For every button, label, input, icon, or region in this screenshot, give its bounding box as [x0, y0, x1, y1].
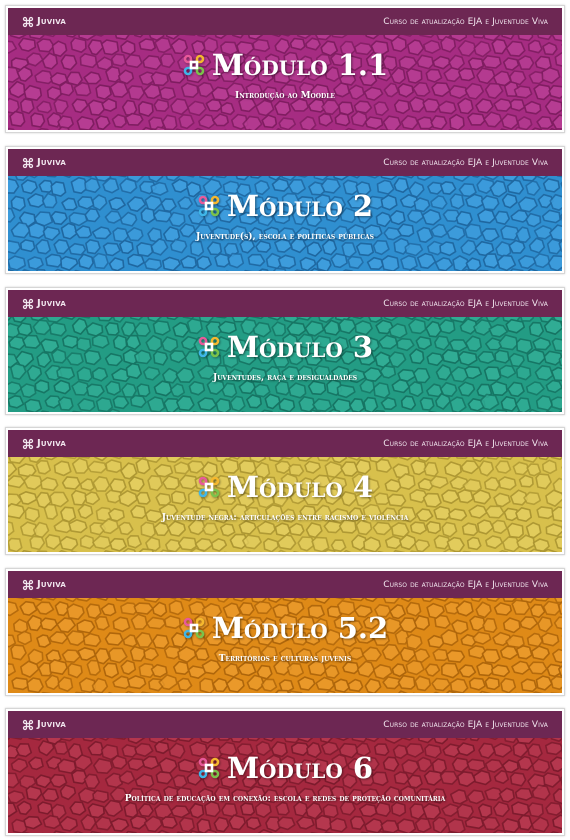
- brand-name: Juviva: [37, 579, 66, 590]
- banner-header-bar: Juviva Curso de atualização EJA e Juventu…: [8, 430, 562, 457]
- brand-logo: Juviva: [22, 290, 66, 317]
- command-key-icon: [22, 298, 34, 309]
- module-title-text: Módulo 3: [226, 330, 374, 364]
- brand-logo: Juviva: [22, 149, 66, 176]
- module-subtitle: Política de educação em conexão: escola …: [124, 794, 446, 804]
- module-banner[interactable]: Juviva Curso de atualização EJA e Juventu…: [5, 568, 565, 696]
- banner-header-bar: Juviva Curso de atualização EJA e Juventu…: [8, 571, 562, 598]
- course-name: Curso de atualização EJA e Juventude Viv…: [383, 579, 548, 590]
- module-subtitle: Juventudes, raça e desigualdades: [212, 373, 358, 383]
- command-key-colorful-icon: [198, 195, 220, 217]
- module-body: Módulo 4 Juventude negra: articulações en…: [8, 457, 562, 552]
- module-subtitle: Territórios e culturas juvenis: [218, 654, 352, 664]
- module-title: Módulo 4: [8, 467, 562, 507]
- command-key-colorful-icon: [198, 476, 220, 498]
- module-subtitle: Juventude(s), escola e políticas pública…: [196, 232, 374, 242]
- module-title: Módulo 1.1: [8, 45, 562, 85]
- module-title: Módulo 3: [8, 327, 562, 367]
- banner-header-bar: Juviva Curso de atualização EJA e Juventu…: [8, 149, 562, 176]
- brand-logo: Juviva: [22, 711, 66, 738]
- module-banner[interactable]: Juviva Curso de atualização EJA e Juventu…: [5, 708, 565, 836]
- module-banner[interactable]: Juviva Curso de atualização EJA e Juventu…: [5, 146, 565, 274]
- command-key-colorful-icon: [198, 336, 220, 358]
- module-title-text: Módulo 5.2: [211, 611, 389, 645]
- command-key-icon: [22, 579, 34, 590]
- banner-header-bar: Juviva Curso de atualização EJA e Juventu…: [8, 8, 562, 35]
- brand-logo: Juviva: [22, 8, 66, 35]
- command-key-icon: [22, 157, 34, 168]
- module-title-text: Módulo 1.1: [211, 48, 389, 82]
- command-key-icon: [22, 438, 34, 449]
- module-subtitle: Juventude negra: articulações entre raci…: [161, 513, 409, 523]
- course-name: Curso de atualização EJA e Juventude Viv…: [383, 438, 548, 449]
- module-banner[interactable]: Juviva Curso de atualização EJA e Juventu…: [5, 427, 565, 555]
- brand-name: Juviva: [37, 719, 66, 730]
- course-name: Curso de atualização EJA e Juventude Viv…: [383, 157, 548, 168]
- command-key-colorful-icon: [198, 757, 220, 779]
- course-name: Curso de atualização EJA e Juventude Viv…: [383, 16, 548, 27]
- module-banner[interactable]: Juviva Curso de atualização EJA e Juventu…: [5, 287, 565, 415]
- module-banner[interactable]: Juviva Curso de atualização EJA e Juventu…: [5, 5, 565, 133]
- module-body: Módulo 2 Juventude(s), escola e políticas…: [8, 176, 562, 271]
- brand-logo: Juviva: [22, 571, 66, 598]
- brand-name: Juviva: [37, 157, 66, 168]
- module-body: Módulo 3 Juventudes, raça e desigualdades: [8, 317, 562, 412]
- brand-name: Juviva: [37, 438, 66, 449]
- module-title: Módulo 5.2: [8, 608, 562, 648]
- module-body: Módulo 6 Política de educação em conexão:…: [8, 738, 562, 833]
- command-key-icon: [22, 16, 34, 27]
- command-key-colorful-icon: [183, 54, 205, 76]
- module-title-text: Módulo 6: [226, 751, 374, 785]
- module-title-text: Módulo 2: [226, 189, 374, 223]
- banner-header-bar: Juviva Curso de atualização EJA e Juventu…: [8, 290, 562, 317]
- brand-name: Juviva: [37, 298, 66, 309]
- module-title: Módulo 2: [8, 186, 562, 226]
- course-name: Curso de atualização EJA e Juventude Viv…: [383, 719, 548, 730]
- module-title-text: Módulo 4: [226, 470, 374, 504]
- brand-logo: Juviva: [22, 430, 66, 457]
- module-subtitle: Introdução ao Moodle: [234, 91, 336, 101]
- module-body: Módulo 1.1 Introdução ao Moodle: [8, 35, 562, 130]
- course-name: Curso de atualização EJA e Juventude Viv…: [383, 298, 548, 309]
- command-key-icon: [22, 719, 34, 730]
- banner-header-bar: Juviva Curso de atualização EJA e Juventu…: [8, 711, 562, 738]
- command-key-colorful-icon: [183, 617, 205, 639]
- brand-name: Juviva: [37, 16, 66, 27]
- module-body: Módulo 5.2 Territórios e culturas juvenis: [8, 598, 562, 693]
- module-title: Módulo 6: [8, 748, 562, 788]
